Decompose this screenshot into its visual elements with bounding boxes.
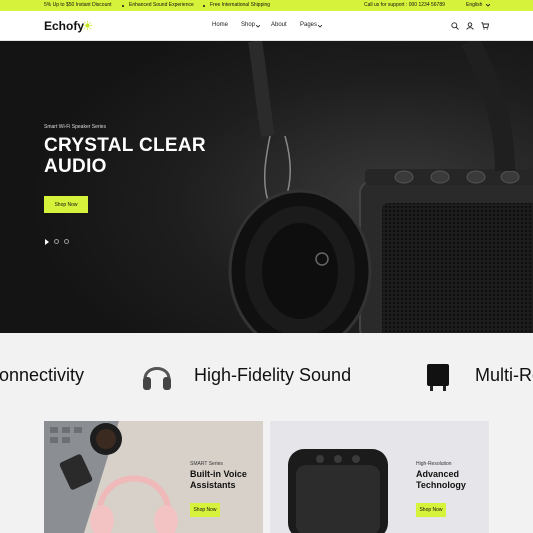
announcement-sound: Enhanced Sound Experience [129,2,194,8]
headphones-icon [143,367,171,390]
hero-title: CRYSTAL CLEAR AUDIO [44,135,206,177]
separator-dot [122,5,124,7]
play-icon[interactable] [45,239,50,245]
feature-marquee: Connectivity High-Fidelity Sound Multi-R… [0,333,533,421]
sun-logo-icon [83,21,92,30]
support-phone[interactable]: Call us for support : 000 1234 56789 [364,2,445,8]
nav-pages[interactable]: Pages [300,22,317,28]
hero-shop-now-button[interactable]: Shop Now [44,196,88,213]
promo-eyebrow: High-Resolution [416,461,452,467]
announcement-bar: 5% Up to $50 Instant Discount Enhanced S… [0,0,533,11]
promo-shop-now-button[interactable]: Shop Now [416,503,446,517]
promo-title: Advanced Technology [416,469,466,490]
nav-about[interactable]: About [271,22,287,28]
chevron-down-icon[interactable] [486,4,490,7]
hero-banner: Smart Wi-Fi Speaker Series CRYSTAL CLEAR… [0,41,533,333]
speaker-icon [427,364,449,391]
site-header: Echofy Home Shop About Pages [0,11,533,41]
separator-dot [203,5,205,7]
language-selector[interactable]: English [466,2,482,8]
promo-eyebrow: SMART Series [190,461,223,467]
chevron-down-icon[interactable] [256,25,260,28]
promo-card-technology[interactable]: High-Resolution Advanced Technology Shop… [270,421,489,533]
hero-eyebrow: Smart Wi-Fi Speaker Series [44,124,106,130]
marquee-item: Connectivity [0,365,85,385]
user-icon[interactable] [466,22,474,30]
slider-dot[interactable] [54,239,59,244]
marquee-item: High-Fidelity Sound [194,365,352,385]
chevron-down-icon[interactable] [318,25,322,28]
nav-shop[interactable]: Shop [241,22,255,28]
page: 5% Up to $50 Instant Discount Enhanced S… [0,0,533,533]
search-icon[interactable] [451,22,459,30]
slider-dot[interactable] [64,239,69,244]
marquee-item: Multi-Room [475,365,533,385]
promo-title: Built-in Voice Assistants [190,469,247,490]
announcement-shipping: Free International Shipping [210,2,271,8]
cart-icon[interactable] [481,22,489,30]
nav-home[interactable]: Home [212,22,228,28]
logo[interactable]: Echofy [44,19,84,33]
promo-shop-now-button[interactable]: Shop Now [190,503,220,517]
announcement-discount: 5% Up to $50 Instant Discount [44,2,112,8]
headphones-speaker-image [0,41,533,333]
promo-card-voice[interactable]: SMART Series Built-in Voice Assistants S… [44,421,263,533]
